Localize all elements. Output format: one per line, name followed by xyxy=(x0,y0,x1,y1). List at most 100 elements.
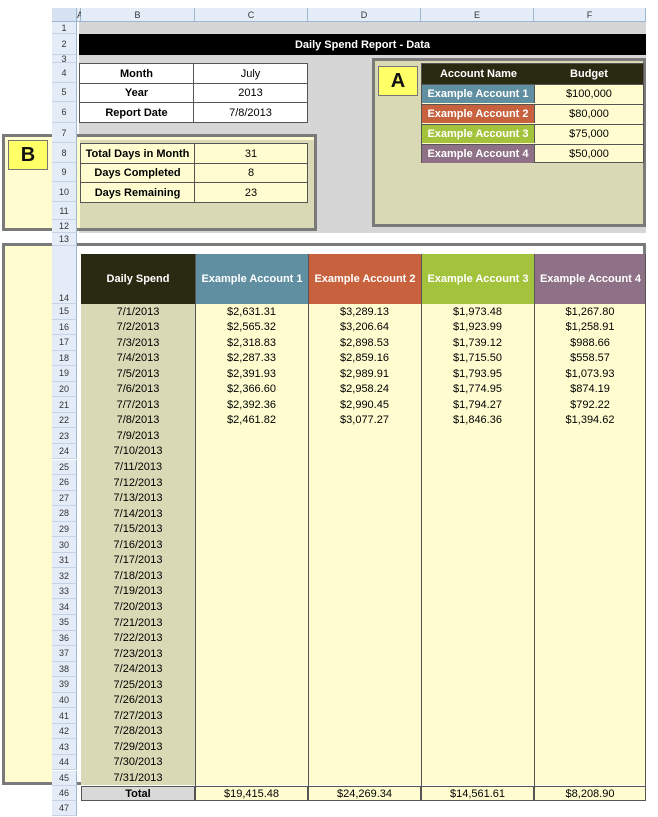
spend-value-cell[interactable]: $2,318.83 xyxy=(195,335,308,350)
spend-value-cell[interactable]: $1,739.12 xyxy=(421,335,534,350)
spend-value-cell[interactable]: $1,267.80 xyxy=(534,304,646,319)
spend-value-cell[interactable]: $1,073.93 xyxy=(534,366,646,381)
row-header[interactable]: 33 xyxy=(52,583,77,600)
date-cell[interactable]: 7/11/2013 xyxy=(81,460,195,475)
row-header[interactable]: 42 xyxy=(52,723,77,740)
row-header[interactable]: 10 xyxy=(52,182,77,202)
row-header[interactable]: 44 xyxy=(52,754,77,771)
spend-value-cell[interactable]: $1,973.48 xyxy=(421,304,534,319)
spend-value-cell[interactable]: $1,923.99 xyxy=(421,320,534,335)
row-header[interactable]: 14 xyxy=(52,246,77,304)
date-cell[interactable]: 7/23/2013 xyxy=(81,646,195,661)
spend-value-cell[interactable]: $3,206.64 xyxy=(308,320,421,335)
row-header[interactable]: 43 xyxy=(52,739,77,755)
spend-value-cell[interactable]: $1,774.95 xyxy=(421,382,534,397)
date-cell[interactable]: 7/18/2013 xyxy=(81,568,195,583)
row-header[interactable]: 28 xyxy=(52,506,77,522)
row-header[interactable]: 31 xyxy=(52,552,77,569)
spend-value-cell[interactable]: $1,794.27 xyxy=(421,397,534,412)
spend-value-cell[interactable]: $1,394.62 xyxy=(534,413,646,428)
account-budget-2[interactable]: $80,000 xyxy=(535,104,643,123)
date-cell[interactable]: 7/24/2013 xyxy=(81,662,195,677)
row-header[interactable]: 13 xyxy=(52,233,77,246)
date-cell[interactable]: 7/6/2013 xyxy=(81,382,195,397)
date-cell[interactable]: 7/2/2013 xyxy=(81,320,195,335)
row-header[interactable]: 12 xyxy=(52,220,77,233)
column-header-b[interactable]: B xyxy=(81,8,195,22)
date-cell[interactable]: 7/1/2013 xyxy=(81,304,195,319)
row-header[interactable]: 22 xyxy=(52,412,77,429)
spend-value-cell[interactable]: $1,793.95 xyxy=(421,366,534,381)
row-header[interactable]: 37 xyxy=(52,646,77,662)
row-header[interactable]: 32 xyxy=(52,568,77,584)
row-header[interactable]: 45 xyxy=(52,770,77,787)
date-cell[interactable]: 7/8/2013 xyxy=(81,413,195,428)
row-header[interactable]: 9 xyxy=(52,163,77,182)
spend-value-cell[interactable]: $2,391.93 xyxy=(195,366,308,381)
spend-value-cell[interactable]: $2,898.53 xyxy=(308,335,421,350)
row-header[interactable]: 4 xyxy=(52,63,77,83)
row-header[interactable]: 30 xyxy=(52,537,77,553)
column-header-d[interactable]: D xyxy=(308,8,421,22)
row-header[interactable]: 2 xyxy=(52,34,77,55)
info-value-report-date[interactable]: 7/8/2013 xyxy=(194,103,307,122)
date-cell[interactable]: 7/30/2013 xyxy=(81,755,195,770)
info-value-year[interactable]: 2013 xyxy=(194,84,307,103)
date-cell[interactable]: 7/17/2013 xyxy=(81,553,195,568)
spend-value-cell[interactable]: $1,715.50 xyxy=(421,351,534,366)
column-header-f[interactable]: F xyxy=(534,8,646,22)
spend-value-cell[interactable]: $2,990.45 xyxy=(308,397,421,412)
spend-value-cell[interactable]: $2,287.33 xyxy=(195,351,308,366)
row-header[interactable]: 46 xyxy=(52,786,77,801)
spend-value-cell[interactable]: $2,958.24 xyxy=(308,382,421,397)
date-cell[interactable]: 7/4/2013 xyxy=(81,351,195,366)
date-cell[interactable]: 7/16/2013 xyxy=(81,537,195,552)
spend-value-cell[interactable]: $2,631.31 xyxy=(195,304,308,319)
info-value-month[interactable]: July xyxy=(194,64,307,84)
row-header[interactable]: 11 xyxy=(52,202,77,220)
row-header[interactable]: 23 xyxy=(52,428,77,444)
spend-value-cell[interactable]: $3,289.13 xyxy=(308,304,421,319)
row-header[interactable]: 29 xyxy=(52,521,77,538)
date-cell[interactable]: 7/13/2013 xyxy=(81,491,195,506)
date-cell[interactable]: 7/25/2013 xyxy=(81,677,195,692)
date-cell[interactable]: 7/9/2013 xyxy=(81,428,195,443)
date-cell[interactable]: 7/22/2013 xyxy=(81,631,195,646)
column-header-c[interactable]: C xyxy=(195,8,308,22)
spend-value-cell[interactable]: $1,846.36 xyxy=(421,413,534,428)
row-header[interactable]: 26 xyxy=(52,475,77,491)
row-header[interactable]: 15 xyxy=(52,304,77,320)
select-all-corner[interactable] xyxy=(52,8,77,22)
row-header[interactable]: 35 xyxy=(52,615,77,631)
date-cell[interactable]: 7/12/2013 xyxy=(81,475,195,490)
date-cell[interactable]: 7/29/2013 xyxy=(81,739,195,754)
row-header[interactable]: 18 xyxy=(52,350,77,367)
spend-value-cell[interactable]: $2,461.82 xyxy=(195,413,308,428)
date-cell[interactable]: 7/7/2013 xyxy=(81,397,195,412)
spend-value-cell[interactable]: $2,366.60 xyxy=(195,382,308,397)
date-cell[interactable]: 7/14/2013 xyxy=(81,506,195,521)
row-header[interactable]: 20 xyxy=(52,381,77,398)
account-budget-1[interactable]: $100,000 xyxy=(535,84,643,103)
spend-value-cell[interactable]: $3,077.27 xyxy=(308,413,421,428)
row-header[interactable]: 36 xyxy=(52,630,77,647)
row-header[interactable]: 17 xyxy=(52,335,77,351)
row-header[interactable]: 3 xyxy=(52,55,77,63)
date-cell[interactable]: 7/21/2013 xyxy=(81,615,195,630)
date-cell[interactable]: 7/10/2013 xyxy=(81,444,195,459)
spend-value-cell[interactable]: $1,258.91 xyxy=(534,320,646,335)
account-budget-3[interactable]: $75,000 xyxy=(535,124,643,143)
row-header[interactable]: 6 xyxy=(52,102,77,123)
row-header[interactable]: 1 xyxy=(52,22,77,34)
row-header[interactable]: 47 xyxy=(52,801,77,816)
row-header[interactable]: 8 xyxy=(52,143,77,163)
column-header-e[interactable]: E xyxy=(421,8,534,22)
date-cell[interactable]: 7/3/2013 xyxy=(81,335,195,350)
row-header[interactable]: 24 xyxy=(52,443,77,460)
row-header[interactable]: 27 xyxy=(52,490,77,507)
date-cell[interactable]: 7/19/2013 xyxy=(81,584,195,599)
account-budget-4[interactable]: $50,000 xyxy=(535,144,643,163)
spend-value-cell[interactable]: $874.19 xyxy=(534,382,646,397)
row-header[interactable]: 38 xyxy=(52,661,77,678)
date-cell[interactable]: 7/26/2013 xyxy=(81,693,195,708)
